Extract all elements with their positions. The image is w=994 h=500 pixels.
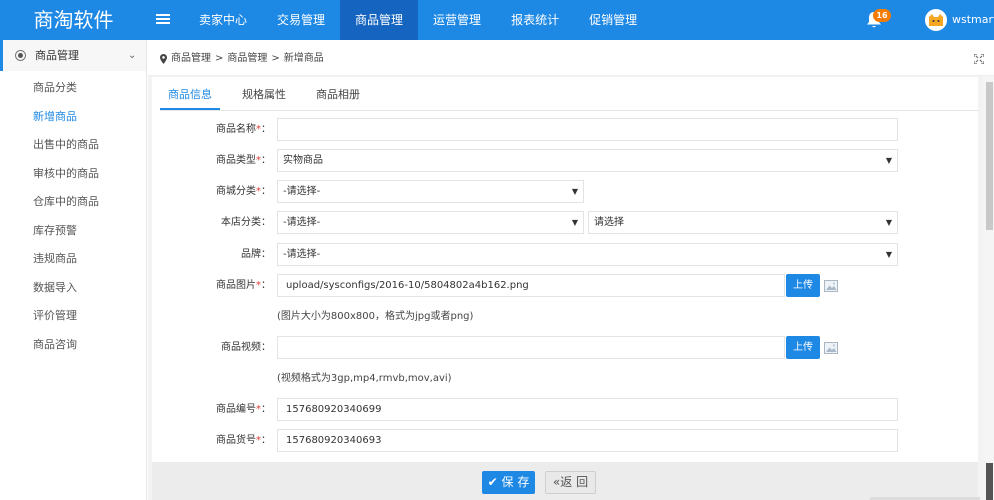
brand-value: -请选择- (283, 249, 321, 260)
shop-category-label: 本店分类： (221, 217, 271, 228)
tab-bar: 商品信息 规格属性 商品相册 (160, 80, 382, 110)
sidebar-item-inquiries[interactable]: 商品咨询 (0, 331, 146, 360)
form-row-goods-name: 商品名称*： (160, 118, 900, 142)
radio-icon (15, 50, 26, 61)
goods-sn-label: 商品编号*： (216, 404, 271, 415)
sidebar-group-label: 商品管理 (35, 49, 79, 62)
product-no-label: 商品货号*： (216, 435, 271, 446)
goods-image-hint: (图片大小为800x800，格式为jpg或者png) (277, 311, 474, 322)
goods-type-select[interactable]: 实物商品 ▼ (277, 149, 898, 172)
fullscreen-icon[interactable] (974, 54, 984, 64)
mall-category-value: -请选择- (283, 186, 321, 197)
nav-seller-center[interactable]: 卖家中心 (184, 0, 262, 40)
goods-video-hint: (视频格式为3gp,mp4,rmvb,mov,avi) (277, 373, 452, 384)
image-preview-icon[interactable] (824, 280, 838, 292)
goods-name-label: 商品名称*： (216, 124, 271, 135)
sidebar-item-violation[interactable]: 违规商品 (0, 245, 146, 274)
check-icon: ✔ (487, 475, 498, 489)
goods-video-path-input[interactable] (277, 336, 785, 359)
form-row-goods-type: 商品类型*： 实物商品 ▼ (160, 149, 900, 173)
nav-promotion[interactable]: 促销管理 (574, 0, 652, 40)
product-no-input[interactable] (277, 429, 898, 452)
sidebar-item-on-sale[interactable]: 出售中的商品 (0, 131, 146, 160)
username[interactable]: wstmart (952, 0, 994, 40)
tab-goods-info[interactable]: 商品信息 (160, 80, 220, 110)
goods-video-label: 商品视频： (221, 342, 271, 353)
top-bar: 商淘软件 卖家中心 交易管理 商品管理 运营管理 报表统计 促销管理 16 ws… (0, 0, 994, 40)
nav-trade[interactable]: 交易管理 (262, 0, 340, 40)
goods-image-path-input[interactable] (277, 274, 785, 297)
scrollbar-thumb[interactable] (986, 82, 993, 230)
form-row-product-no: 商品货号*： (160, 429, 900, 453)
caret-down-icon: ▼ (885, 218, 892, 227)
app-logo[interactable]: 商淘软件 (0, 0, 147, 40)
scrollbar-thumb-secondary[interactable] (986, 463, 993, 500)
brand-label: 品牌： (241, 249, 271, 260)
form-row-shop-category: 本店分类： -请选择- ▼ 请选择 ▼ (160, 211, 900, 235)
shop-subcategory-value: 请选择 (594, 217, 624, 228)
goods-image-label: 商品图片*： (216, 280, 271, 291)
save-button-label: 保 存 (501, 475, 530, 489)
form-row-goods-sn: 商品编号*： (160, 398, 900, 422)
sidebar: 商品管理 ⌄ 商品分类 新增商品 出售中的商品 审核中的商品 仓库中的商品 库存… (0, 40, 147, 500)
tab-spec-attrs[interactable]: 规格属性 (234, 80, 294, 110)
mall-category-label: 商城分类*： (216, 186, 271, 197)
shop-category-select[interactable]: -请选择- ▼ (277, 211, 584, 234)
sidebar-item-stock-warning[interactable]: 库存预警 (0, 217, 146, 246)
breadcrumb-item[interactable]: 商品管理 (227, 40, 267, 78)
goods-sn-input[interactable] (277, 398, 898, 421)
breadcrumb-separator: > (215, 53, 224, 64)
sidebar-item-data-import[interactable]: 数据导入 (0, 274, 146, 303)
caret-down-icon: ▼ (571, 187, 578, 196)
caret-down-icon: ▼ (571, 218, 578, 227)
notification-badge: 16 (873, 9, 891, 22)
breadcrumb: 商品管理 > 商品管理 > 新增商品 (160, 40, 324, 78)
nav-operation[interactable]: 运营管理 (418, 0, 496, 40)
chevron-down-icon: ⌄ (128, 50, 137, 61)
breadcrumb-bar: 商品管理 > 商品管理 > 新增商品 (148, 40, 994, 76)
breadcrumb-separator: > (271, 53, 280, 64)
video-preview-icon[interactable] (824, 342, 838, 354)
form-row-goods-video: 商品视频： 上传 (160, 336, 900, 360)
tab-divider (160, 110, 978, 111)
menu-toggle-icon[interactable] (156, 12, 170, 28)
nav-reports[interactable]: 报表统计 (496, 0, 574, 40)
goods-name-input[interactable] (277, 118, 898, 141)
sidebar-item-under-review[interactable]: 审核中的商品 (0, 160, 146, 189)
shop-subcategory-select[interactable]: 请选择 ▼ (588, 211, 898, 234)
caret-down-icon: ▼ (885, 250, 892, 259)
form-row-brand: 品牌： -请选择- ▼ (160, 243, 900, 267)
sidebar-item-goods-category[interactable]: 商品分类 (0, 74, 146, 103)
goods-type-value: 实物商品 (283, 155, 323, 166)
form-row-goods-image: 商品图片*： 上传 (160, 274, 900, 298)
main-nav: 卖家中心 交易管理 商品管理 运营管理 报表统计 促销管理 (184, 0, 652, 40)
brand-select[interactable]: -请选择- ▼ (277, 243, 898, 266)
sidebar-item-add-goods[interactable]: 新增商品 (0, 103, 146, 132)
breadcrumb-item[interactable]: 商品管理 (171, 40, 211, 78)
sidebar-item-reviews[interactable]: 评价管理 (0, 302, 146, 331)
shop-category-value: -请选择- (283, 217, 321, 228)
tab-goods-album[interactable]: 商品相册 (308, 80, 368, 110)
save-button[interactable]: ✔ 保 存 (482, 471, 535, 494)
sidebar-item-warehouse[interactable]: 仓库中的商品 (0, 188, 146, 217)
sidebar-group-goods[interactable]: 商品管理 ⌄ (0, 40, 146, 71)
breadcrumb-current: 新增商品 (283, 53, 324, 64)
cat-avatar-icon (925, 9, 947, 31)
goods-video-upload-button[interactable]: 上传 (786, 336, 820, 359)
goods-type-label: 商品类型*： (216, 155, 271, 166)
form-row-mall-category: 商城分类*： -请选择- ▼ (160, 180, 900, 204)
avatar[interactable] (925, 9, 947, 31)
nav-goods[interactable]: 商品管理 (340, 0, 419, 40)
map-pin-icon (160, 54, 167, 64)
mall-category-select[interactable]: -请选择- ▼ (277, 180, 584, 203)
caret-down-icon: ▼ (885, 156, 892, 165)
goods-image-upload-button[interactable]: 上传 (786, 274, 820, 297)
back-button[interactable]: «返 回 (545, 471, 596, 494)
